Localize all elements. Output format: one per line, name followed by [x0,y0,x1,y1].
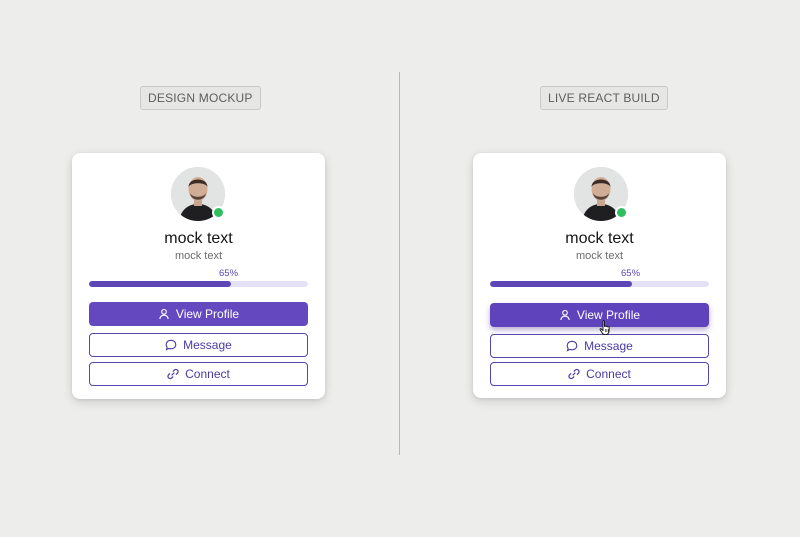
user-icon [158,308,170,320]
user-icon [559,309,571,321]
chat-bubble-icon [566,340,578,352]
center-divider [399,72,400,455]
progress-bar [490,281,709,287]
live-react-build-label: LIVE REACT BUILD [540,86,668,110]
progress-fill [89,281,232,287]
connect-label: Connect [185,367,230,381]
profile-card-mockup: mock text mock text 65% View Profile Mes… [72,153,325,399]
message-label: Message [183,338,232,352]
view-profile-button[interactable]: View Profile [89,302,308,326]
chat-bubble-icon [165,339,177,351]
message-label: Message [584,339,633,353]
connect-button[interactable]: Connect [490,362,709,386]
design-mockup-label: DESIGN MOCKUP [140,86,261,110]
online-status-indicator [615,206,628,219]
message-button[interactable]: Message [89,333,308,357]
profile-name: mock text [164,230,233,247]
progress-bar [89,281,308,287]
avatar [171,167,225,221]
link-icon [568,368,580,380]
view-profile-label: View Profile [175,307,240,321]
connect-button[interactable]: Connect [89,362,308,386]
connect-label: Connect [586,367,631,381]
hand-pointer-icon [599,320,611,336]
message-button[interactable]: Message [490,334,709,358]
online-status-indicator [212,206,225,219]
progress-fill [490,281,633,287]
progress-label: 65% [219,268,239,279]
progress-label: 65% [621,268,641,279]
avatar [574,167,628,221]
link-icon [167,368,179,380]
profile-subtitle: mock text [174,250,223,262]
profile-name: mock text [565,230,634,247]
profile-subtitle: mock text [575,250,624,262]
profile-card-live: mock text mock text 65% View Profile Mes… [473,153,726,398]
